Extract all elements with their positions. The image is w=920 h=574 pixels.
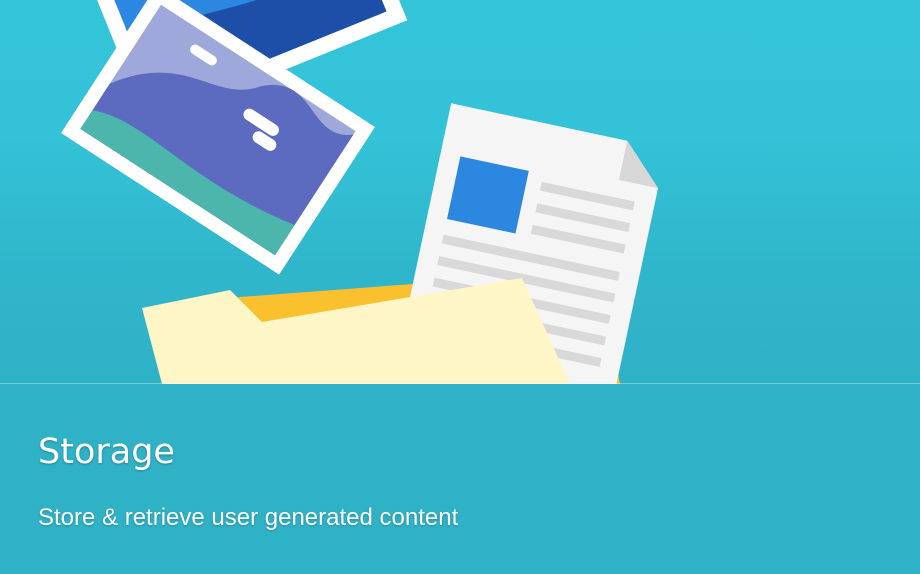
divider: [0, 383, 920, 384]
card-illustration: [0, 0, 920, 384]
card-title: Storage: [38, 432, 175, 472]
storage-card[interactable]: Storage Store & retrieve user generated …: [0, 0, 920, 574]
card-description: Store & retrieve user generated content: [38, 504, 459, 531]
